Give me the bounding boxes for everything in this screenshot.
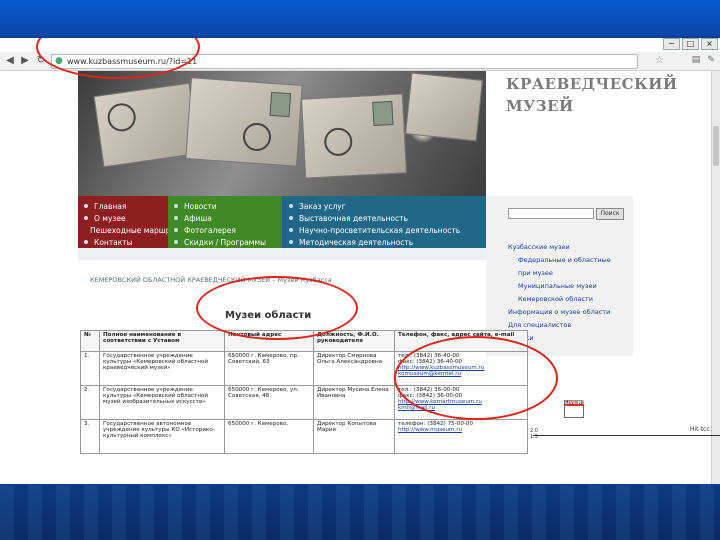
site-title-line1: КРАЕВЕДЧЕСКИЙ	[506, 75, 678, 93]
sidebar-link[interactable]: Муниципальные музеи	[508, 280, 611, 293]
wrench-icon[interactable]: ✎	[706, 55, 716, 65]
column-header: Телефон, факс, адрес сайта, e-mail	[394, 330, 528, 352]
cell-num: 3.	[80, 419, 100, 454]
screenshot: − □ × ◀ ▶ ↻ ● www.kuzbassmuseum.ru/?id=1…	[0, 38, 720, 484]
counter-label: LIVEINTERNET	[565, 401, 602, 406]
museums-table: № Полное наименование в соответствии с У…	[80, 330, 528, 454]
search-input[interactable]	[508, 208, 594, 219]
content-strip	[78, 248, 486, 260]
bullet-icon	[174, 204, 178, 208]
sidebar-link[interactable]: Информация о музее области	[508, 306, 611, 319]
sidebar-link[interactable]: Кузбасские музеи	[508, 241, 611, 254]
menu-item[interactable]: Пешеходные маршруты	[78, 224, 185, 236]
menu-blue: Заказ услуг Выставочная деятельность Нау…	[282, 196, 486, 248]
column-header: Полное наименование в соответствии с Уст…	[99, 330, 225, 352]
bullet-icon	[289, 204, 293, 208]
scrollbar-thumb[interactable]	[713, 126, 719, 166]
email-link[interactable]: komuseum@kemtel.ru	[398, 371, 524, 377]
slide-bottom-band	[0, 485, 720, 540]
banner-photo	[78, 71, 486, 196]
window-controls: − □ ×	[663, 38, 718, 50]
bullet-icon	[289, 228, 293, 232]
menu-item[interactable]: Заказ услуг	[282, 200, 486, 212]
table-row: 1. Государственное учреждение культуры «…	[80, 351, 528, 386]
bullet-icon	[174, 240, 178, 244]
cell-contacts: тел.: (3842) 36-00-00 факс: (3842) 36-00…	[394, 385, 528, 420]
menu-item[interactable]: Скидки / Программы	[168, 236, 282, 248]
url-text: www.kuzbassmuseum.ru/?id=11	[67, 57, 198, 66]
bookmark-star-icon[interactable]: ☆	[655, 55, 664, 66]
bullet-icon	[289, 216, 293, 220]
menu-item[interactable]: Научно-просветительская деятельность	[282, 224, 486, 236]
bullet-icon	[289, 240, 293, 244]
counter-values: 2.0 1.5	[530, 428, 538, 440]
menu-item[interactable]: Фотогалерея	[168, 224, 282, 236]
search-button[interactable]: Поиск	[596, 208, 624, 220]
liveinternet-counter[interactable]: LIVEINTERNET	[564, 400, 602, 418]
scrollbar[interactable]	[711, 71, 720, 484]
sidebar-link[interactable]: при музее	[508, 267, 611, 280]
menu-item[interactable]: Методическая деятельность	[282, 236, 486, 248]
page-heading: Музеи области	[225, 310, 312, 321]
menu-item[interactable]: Выставочная деятельность	[282, 212, 486, 224]
cell-name: Государственное учреждение культуры «Кем…	[99, 351, 225, 386]
maximize-button[interactable]: □	[682, 38, 699, 50]
postcard-image	[404, 72, 484, 142]
slide-top-band	[0, 0, 720, 36]
browser-toolbar: ◀ ▶ ↻ ● www.kuzbassmuseum.ru/?id=11 ☆ ▤ …	[0, 52, 720, 71]
cell-head: Директор Смирнова Ольга Александровна	[313, 351, 395, 386]
site-title-line2: МУЗЕЙ	[506, 97, 574, 115]
toolbar-icons: ▤ ✎	[691, 55, 716, 65]
cell-address: 650000 г. Кемерово,	[224, 419, 314, 454]
cell-head: Директор Мусина Елена Ивановна	[313, 385, 395, 420]
reload-icon[interactable]: ↻	[35, 55, 47, 67]
email-link[interactable]: kmii@mail.ru	[398, 405, 524, 411]
menu-item[interactable]: Афиша	[168, 212, 282, 224]
bullet-icon	[174, 228, 178, 232]
bullet-icon	[84, 216, 88, 220]
cell-address: 650000 г. Кемерово, ул. Советская, 48	[224, 385, 314, 420]
hit-label: Hit-tcc	[690, 426, 710, 433]
menu-green: Новости Афиша Фотогалерея Скидки / Прогр…	[168, 196, 282, 248]
postcard-image	[93, 82, 200, 168]
column-header: Должность, Ф.И.О. руководителя	[313, 330, 395, 352]
close-button[interactable]: ×	[701, 38, 718, 50]
cell-contacts: телефон: (3842) 75-00-00 http://www.muse…	[394, 419, 528, 454]
divider	[533, 435, 720, 436]
cell-head: Директор Копытова Мария	[313, 419, 395, 454]
back-icon[interactable]: ◀	[4, 55, 16, 67]
forward-icon[interactable]: ▶	[19, 55, 31, 67]
sidebar-link[interactable]: Кемеровской области	[508, 293, 611, 306]
table-row: 3. Государственное автономное учреждение…	[80, 419, 528, 454]
minimize-button[interactable]: −	[663, 38, 680, 50]
cell-num: 2.	[80, 385, 100, 420]
menu-item[interactable]: Главная	[78, 200, 168, 212]
menu-item[interactable]: О музее	[78, 212, 168, 224]
postcard-image	[300, 93, 408, 179]
page-icon[interactable]: ▤	[691, 55, 701, 65]
menu-red: Главная О музее Пешеходные маршруты Конт…	[78, 196, 185, 248]
cell-name: Государственное автономное учреждение ку…	[99, 419, 225, 454]
postcard-image	[185, 77, 303, 167]
site-link[interactable]: http://www.museum.ru	[398, 427, 524, 433]
address-bar[interactable]: ● www.kuzbassmuseum.ru/?id=11	[51, 54, 638, 69]
page-subtitle: КЕМЕРОВСКИЙ ОБЛАСТНОЙ КРАЕВЕДЧЕСКИЙ МУЗЕ…	[90, 276, 332, 284]
cell-num: 1.	[80, 351, 100, 386]
bullet-icon	[174, 216, 178, 220]
cell-name: Государственное учреждение культуры «Кем…	[99, 385, 225, 420]
menu-item[interactable]: Новости	[168, 200, 282, 212]
site-title: КРАЕВЕДЧЕСКИЙ МУЗЕЙ	[486, 71, 677, 196]
sidebar-link[interactable]: Федеральные и областные	[508, 254, 611, 267]
menu-item[interactable]: Контакты	[78, 236, 168, 248]
globe-icon: ●	[55, 56, 63, 66]
column-header: Почтовый адрес	[224, 330, 314, 352]
table-row: 2. Государственное учреждение культуры «…	[80, 385, 528, 420]
bullet-icon	[84, 204, 88, 208]
bullet-icon	[84, 240, 88, 244]
column-header: №	[80, 330, 100, 352]
cell-address: 650000 г. Кемерово, пр. Советский, 63	[224, 351, 314, 386]
cell-contacts: тел.: (3842) 36-40-00 факс: (3842) 36-40…	[394, 351, 528, 386]
